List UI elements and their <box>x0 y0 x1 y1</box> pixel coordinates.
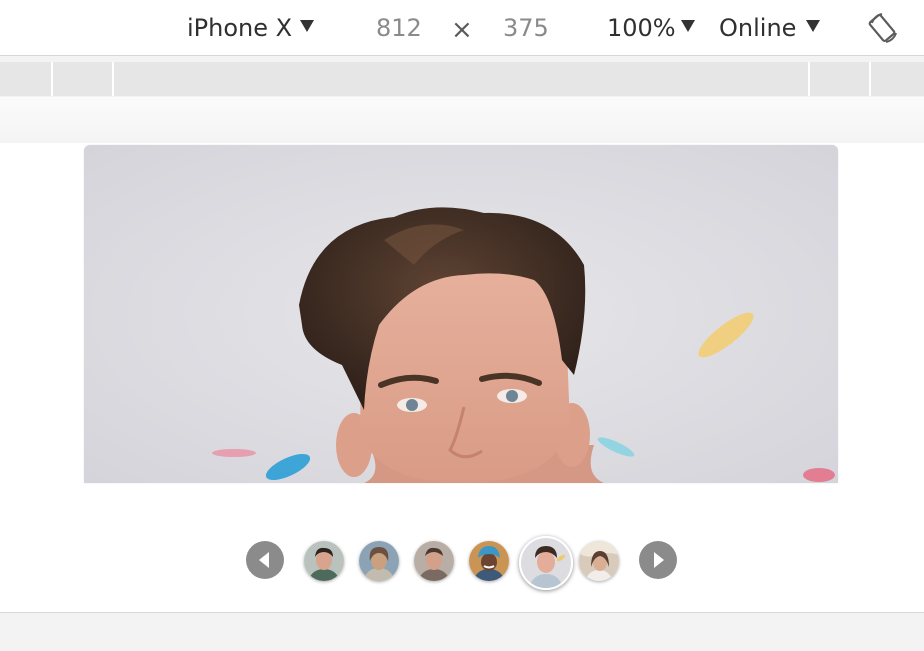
carousel-thumbnail[interactable] <box>304 541 344 581</box>
media-query-marker[interactable] <box>51 62 53 96</box>
network-dropdown-caret-icon[interactable] <box>806 20 820 32</box>
chevron-left-icon <box>259 552 269 568</box>
carousel-next-button[interactable] <box>639 541 677 579</box>
device-viewport <box>0 143 924 613</box>
carousel-thumbnail[interactable] <box>414 541 454 581</box>
carousel-thumbnail[interactable] <box>359 541 399 581</box>
carousel-thumbnail-active[interactable] <box>519 536 573 590</box>
carousel-thumbnail[interactable] <box>469 541 509 581</box>
rotate-device-icon[interactable] <box>866 10 902 46</box>
media-query-marker[interactable] <box>808 62 810 96</box>
device-select[interactable]: iPhone X <box>187 13 292 43</box>
zoom-select[interactable]: 100% <box>607 13 676 43</box>
media-query-marker[interactable] <box>869 62 871 96</box>
network-throttle-select[interactable]: Online <box>719 13 796 43</box>
viewport-footer-area <box>0 613 924 651</box>
carousel-thumbnail[interactable] <box>579 541 619 581</box>
media-query-marker[interactable] <box>112 62 114 96</box>
device-toolbar: iPhone X 812 × 375 100% Online <box>0 0 924 56</box>
dimension-separator: × <box>451 15 473 45</box>
viewport-height-input[interactable]: 375 <box>503 13 549 43</box>
chevron-right-icon <box>654 552 664 568</box>
ruler-gap <box>0 97 924 143</box>
device-dropdown-caret-icon[interactable] <box>300 20 314 32</box>
media-query-bar[interactable] <box>0 62 924 96</box>
carousel-prev-button[interactable] <box>246 541 284 579</box>
hero-photo <box>84 145 838 483</box>
viewport-width-input[interactable]: 812 <box>376 13 422 43</box>
zoom-dropdown-caret-icon[interactable] <box>681 20 695 32</box>
